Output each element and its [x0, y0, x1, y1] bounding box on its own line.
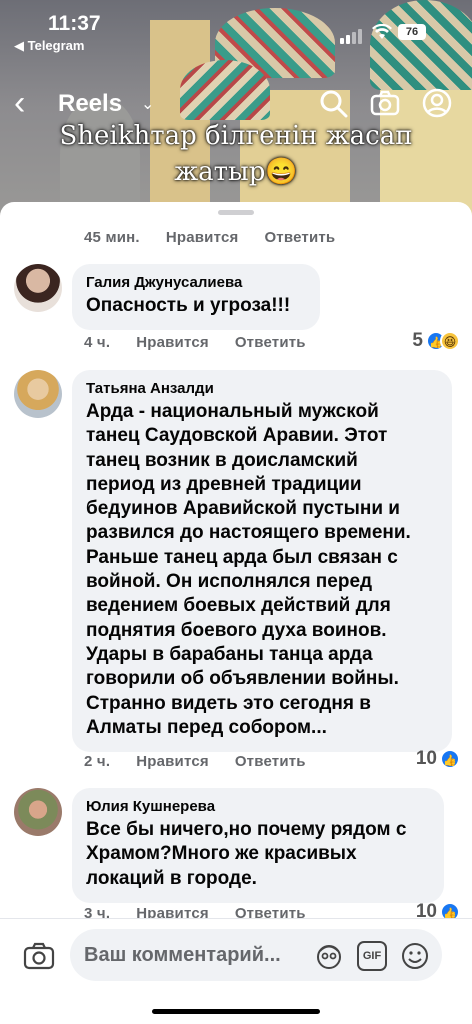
- text-line: локаций в городе.: [86, 867, 257, 889]
- text-line: Арда - национальный мужской: [86, 401, 379, 422]
- profile-icon[interactable]: [422, 88, 452, 118]
- back-chevron-icon[interactable]: ‹: [14, 86, 25, 120]
- text-line: говорили об объявлении войны.: [86, 668, 399, 690]
- text-line: Раньше танец арда был связан с: [86, 546, 398, 568]
- camera-icon[interactable]: [22, 939, 56, 973]
- reaction-summary[interactable]: 5 👍 😆: [412, 330, 460, 352]
- comment-input[interactable]: Ваш комментарий... GIF: [70, 929, 442, 981]
- comments-sheet: 45 мин. Нравится Ответить Галия Джунусал…: [0, 202, 472, 1024]
- back-to-telegram-link[interactable]: ◀ Telegram: [14, 38, 84, 54]
- camera-icon[interactable]: [370, 88, 400, 118]
- avatar[interactable]: [14, 788, 62, 836]
- caption-line: жатыр😄: [174, 157, 298, 187]
- reply-link[interactable]: Ответить: [235, 334, 306, 351]
- caption-line: Sheikhтар білгенін жасап: [59, 121, 413, 151]
- text-line: Удары в барабаны танца арда: [86, 643, 373, 665]
- home-indicator: [152, 1009, 320, 1014]
- emoji-icon[interactable]: [400, 941, 430, 971]
- like-link[interactable]: Нравится: [136, 334, 209, 351]
- comment-input-placeholder: Ваш комментарий...: [84, 944, 281, 966]
- reaction-summary[interactable]: 10 👍: [416, 748, 460, 770]
- text-line: ведением боевых действий для: [86, 595, 391, 617]
- text-line: поднятия боевого духа воинов.: [86, 619, 387, 641]
- text-line: войной. Он исполнялся перед: [86, 571, 373, 593]
- comment-meta: 45 мин. Нравится Ответить: [84, 229, 335, 246]
- cellular-signal-icon: [340, 26, 364, 44]
- text-line: период из древней традиции: [86, 473, 362, 495]
- comment-text: Все бы ничего,но почему рядом с Храмом?М…: [86, 818, 430, 891]
- gif-icon[interactable]: GIF: [357, 941, 387, 971]
- comment-author[interactable]: Юлия Кушнерева: [86, 798, 430, 815]
- avatar-sticker-icon[interactable]: [314, 941, 344, 971]
- comment-meta: 2 ч. Нравится Ответить: [84, 753, 306, 770]
- comment-composer: Ваш комментарий... GIF: [0, 918, 472, 1024]
- comment-author[interactable]: Татьяна Анзалди: [86, 380, 438, 397]
- reply-link[interactable]: Ответить: [235, 753, 306, 770]
- comment-meta: 4 ч. Нравится Ответить: [84, 334, 306, 351]
- haha-reaction-icon: 😆: [440, 331, 460, 351]
- reaction-count: 5: [412, 330, 423, 351]
- chevron-down-icon[interactable]: ⌄: [141, 94, 154, 114]
- text-line: Храмом?Много же красивых: [86, 843, 357, 865]
- like-link[interactable]: Нравится: [136, 753, 209, 770]
- text-line: Алматы перед собором...: [86, 716, 327, 738]
- comment-bubble: Татьяна Анзалди Арда - национальный мужс…: [72, 370, 452, 753]
- text-line: Все бы ничего,но почему рядом с: [86, 819, 407, 840]
- like-reaction-icon: 👍: [440, 749, 460, 769]
- wifi-icon: [372, 23, 392, 45]
- like-link[interactable]: Нравится: [166, 229, 239, 246]
- comment-bubble: Юлия Кушнерева Все бы ничего,но почему р…: [72, 788, 444, 903]
- comment-bubble: Галия Джунусалиева Опасность и угроза!!!: [72, 264, 320, 331]
- text-line: танец возник в доисламский: [86, 449, 358, 471]
- comment-time: 45 мин.: [84, 229, 140, 246]
- sheet-drag-handle[interactable]: [218, 210, 254, 215]
- clock: 11:37: [48, 12, 101, 35]
- text-line: развился до настоящего времени.: [86, 522, 411, 544]
- reels-title[interactable]: Reels: [58, 90, 122, 118]
- status-bar: 11:37 ◀ Telegram 76: [0, 0, 472, 60]
- reply-link[interactable]: Ответить: [264, 229, 335, 246]
- comment-author[interactable]: Галия Джунусалиева: [86, 274, 306, 291]
- text-line: Странно видеть это сегодня в: [86, 692, 371, 714]
- search-icon[interactable]: [318, 88, 348, 118]
- battery-icon: 76: [398, 24, 426, 40]
- comment-text: Арда - национальный мужской танец Саудов…: [86, 400, 438, 740]
- comment-text: Опасность и угроза!!!: [86, 295, 291, 316]
- text-line: бедуинов Аравийской пустыни и: [86, 498, 400, 520]
- comment-time: 4 ч.: [84, 334, 111, 351]
- avatar[interactable]: [14, 370, 62, 418]
- text-line: танец Саудовской Аравии. Этот: [86, 425, 388, 447]
- avatar[interactable]: [14, 264, 62, 312]
- reel-caption: Sheikhтар білгенін жасап жатыр😄: [0, 118, 472, 190]
- comment-time: 2 ч.: [84, 753, 111, 770]
- reaction-count: 10: [415, 748, 437, 769]
